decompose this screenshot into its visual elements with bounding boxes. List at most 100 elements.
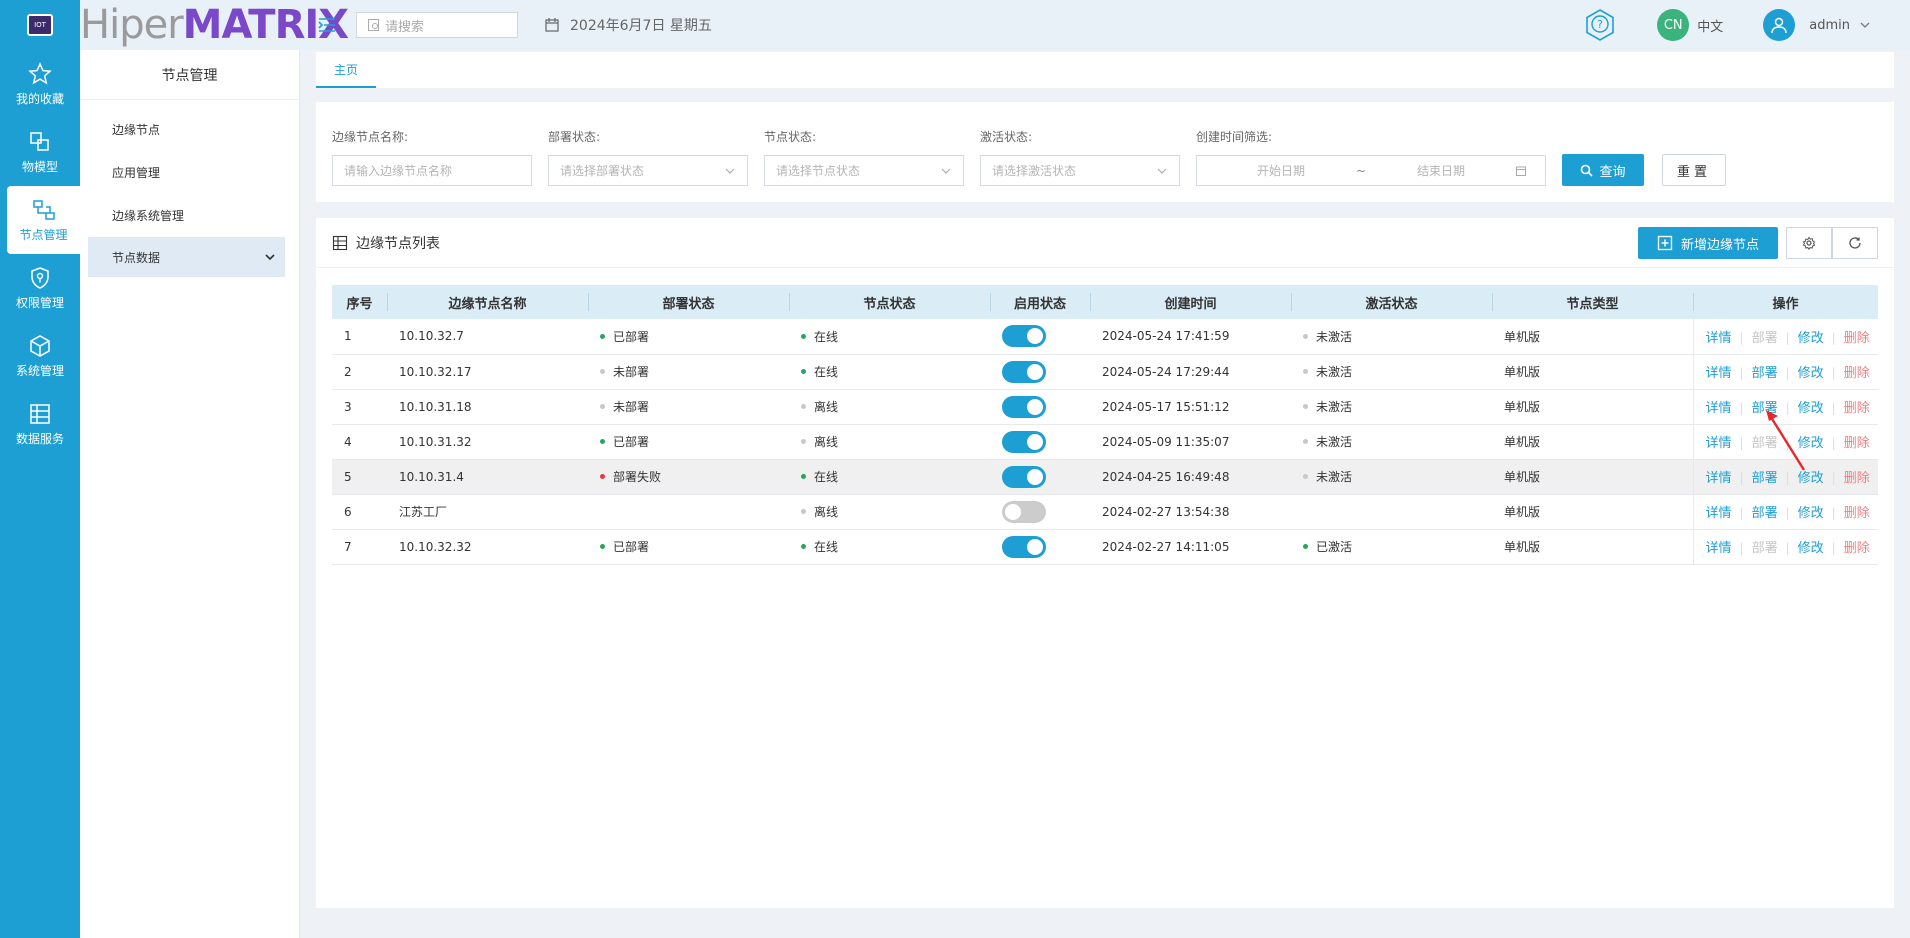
cell-activate-status-text: 已激活: [1316, 540, 1353, 554]
table-row[interactable]: 5 10.10.31.4 部署失败 在线 2024-04-25 16:49:48 未激活 单…: [332, 459, 1878, 494]
activate-status-select[interactable]: 请选择激活状态: [980, 155, 1180, 186]
edit-link[interactable]: 修改: [1798, 401, 1824, 416]
node-name-input[interactable]: 请输入边缘节点名称: [332, 155, 532, 186]
separator: |: [1831, 436, 1836, 450]
cell-deploy-status-text: 已部署: [613, 435, 650, 449]
cell-node-type: 单机版: [1504, 400, 1541, 414]
tab-label: 主页: [334, 62, 359, 77]
rail-item-system[interactable]: 系统管理: [0, 322, 80, 390]
node-status-select[interactable]: 请选择节点状态: [764, 155, 964, 186]
refresh-button[interactable]: [1832, 227, 1878, 259]
cell-activate-status: 未激活: [1291, 459, 1492, 494]
detail-link[interactable]: 详情: [1706, 331, 1732, 346]
deploy-link[interactable]: 部署: [1752, 471, 1778, 486]
status-dot-icon: [600, 369, 605, 374]
status-dot-icon: [600, 474, 605, 479]
subnav-item-label: 边缘系统管理: [112, 209, 185, 223]
enable-toggle[interactable]: [1002, 325, 1046, 348]
separator: |: [1831, 366, 1836, 380]
edit-link[interactable]: 修改: [1798, 436, 1824, 451]
reset-button[interactable]: 重置: [1662, 154, 1726, 186]
cell-node-type: 单机版: [1504, 329, 1541, 344]
table-row[interactable]: 6 江苏工厂 离线 2024-02-27 13:54:38 单机版 详情 | 部署 | 修改 | 删除: [332, 494, 1878, 529]
edge-node-table: 序号 边缘节点名称 部署状态 节点状态 启用状态 创建时间 激活状态 节点类型 操作 1 10.1…: [332, 285, 1878, 565]
table-icon: [332, 235, 348, 250]
delete-link[interactable]: 删除: [1844, 471, 1870, 486]
enable-toggle[interactable]: [1002, 395, 1046, 418]
subnav-item-label: 边缘节点: [112, 123, 161, 137]
toggle-knob: [1027, 538, 1043, 555]
rail-item-permission[interactable]: 权限管理: [0, 254, 80, 322]
help-icon[interactable]: ?: [1583, 8, 1617, 42]
separator: |: [1785, 471, 1790, 485]
status-dot-icon: [1303, 544, 1308, 549]
delete-link[interactable]: 删除: [1844, 331, 1870, 346]
table-row[interactable]: 4 10.10.31.32 已部署 离线 2024-05-09 11:35:07 未激活 单…: [332, 424, 1878, 459]
separator: |: [1739, 330, 1744, 345]
deploy-status-select[interactable]: 请选择部署状态: [548, 155, 748, 186]
enable-toggle[interactable]: [1002, 535, 1046, 558]
table-row[interactable]: 2 10.10.32.17 未部署 在线 2024-05-24 17:29:44 未激活 单…: [332, 354, 1878, 389]
subnav-item-node-data[interactable]: 节点数据: [88, 237, 285, 277]
toggle-knob: [1027, 328, 1043, 345]
subnav-item-edge-node[interactable]: 边缘节点: [80, 108, 299, 151]
edit-link[interactable]: 修改: [1798, 471, 1824, 486]
rail-item-node-management[interactable]: 节点管理: [7, 186, 80, 254]
end-date-placeholder: 结束日期: [1416, 164, 1465, 178]
detail-link[interactable]: 详情: [1706, 401, 1732, 416]
chevron-down-icon: [725, 168, 735, 174]
cell-node-status-text: 离线: [814, 505, 839, 519]
detail-link[interactable]: 详情: [1706, 506, 1732, 521]
detail-link[interactable]: 详情: [1706, 541, 1732, 556]
filter-time-label: 创建时间筛选:: [1196, 130, 1273, 144]
tab-home[interactable]: 主页: [316, 52, 377, 88]
rail-item-favorites[interactable]: 我的收藏: [0, 50, 80, 118]
language-switch[interactable]: CN 中文: [1657, 9, 1723, 41]
rail-item-data-service[interactable]: 数据服务: [0, 390, 80, 458]
app-logo[interactable]: IOT: [0, 0, 80, 50]
rail-item-thing-model[interactable]: 物模型: [0, 118, 80, 186]
delete-link[interactable]: 删除: [1844, 506, 1870, 521]
deploy-link[interactable]: 部署: [1752, 401, 1778, 416]
table-row[interactable]: 1 10.10.32.7 已部署 在线 2024-05-24 17:41:59 未激活 单机…: [332, 319, 1878, 354]
chevron-down-icon: [1157, 168, 1167, 174]
table-row[interactable]: 7 10.10.32.32 已部署 在线 2024-02-27 14:11:05 已激活 单…: [332, 529, 1878, 564]
refresh-icon: [1849, 237, 1861, 249]
detail-link[interactable]: 详情: [1706, 366, 1732, 381]
edit-link[interactable]: 修改: [1798, 506, 1824, 521]
menu-toggle-icon[interactable]: [318, 17, 336, 33]
add-icon: [1657, 235, 1673, 251]
subnav-item-label: 应用管理: [112, 166, 161, 180]
detail-link[interactable]: 详情: [1706, 471, 1732, 486]
deploy-link[interactable]: 部署: [1752, 366, 1778, 381]
query-button[interactable]: 查询: [1562, 154, 1644, 186]
deploy-link[interactable]: 部署: [1752, 506, 1778, 521]
date-range-picker[interactable]: 开始日期 ~ 结束日期: [1196, 155, 1546, 186]
cell-activate-status-text: 未激活: [1316, 470, 1353, 484]
add-edge-node-button[interactable]: 新增边缘节点: [1638, 227, 1778, 259]
table-row[interactable]: 3 10.10.31.18 未部署 离线 2024-05-17 15:51:12 未激活 单…: [332, 389, 1878, 424]
edit-link[interactable]: 修改: [1798, 331, 1824, 346]
enable-toggle[interactable]: [1002, 430, 1046, 453]
cell-node-status-text: 在线: [814, 470, 839, 484]
cell-deploy-status: 已部署: [588, 319, 789, 354]
edit-link[interactable]: 修改: [1798, 541, 1824, 556]
delete-link[interactable]: 删除: [1844, 401, 1870, 416]
delete-link[interactable]: 删除: [1844, 541, 1870, 556]
delete-link[interactable]: 删除: [1844, 436, 1870, 451]
subnav-item-app-management[interactable]: 应用管理: [80, 151, 299, 194]
delete-link[interactable]: 删除: [1844, 366, 1870, 381]
enable-toggle[interactable]: [1002, 360, 1046, 383]
node-status-placeholder: 请选择节点状态: [776, 164, 861, 178]
column-settings-button[interactable]: [1786, 227, 1832, 259]
chevron-down-icon: [941, 168, 951, 174]
subnav-item-edge-system[interactable]: 边缘系统管理: [80, 194, 299, 237]
user-menu[interactable]: admin: [1763, 9, 1870, 41]
edit-link[interactable]: 修改: [1798, 366, 1824, 381]
enable-toggle[interactable]: [1002, 465, 1046, 488]
cell-deploy-status-text: 已部署: [613, 540, 650, 554]
enable-toggle[interactable]: [1002, 500, 1046, 523]
detail-link[interactable]: 详情: [1706, 436, 1732, 451]
search-input[interactable]: 请搜索: [356, 12, 518, 38]
cell-activate-status: [1291, 494, 1492, 529]
